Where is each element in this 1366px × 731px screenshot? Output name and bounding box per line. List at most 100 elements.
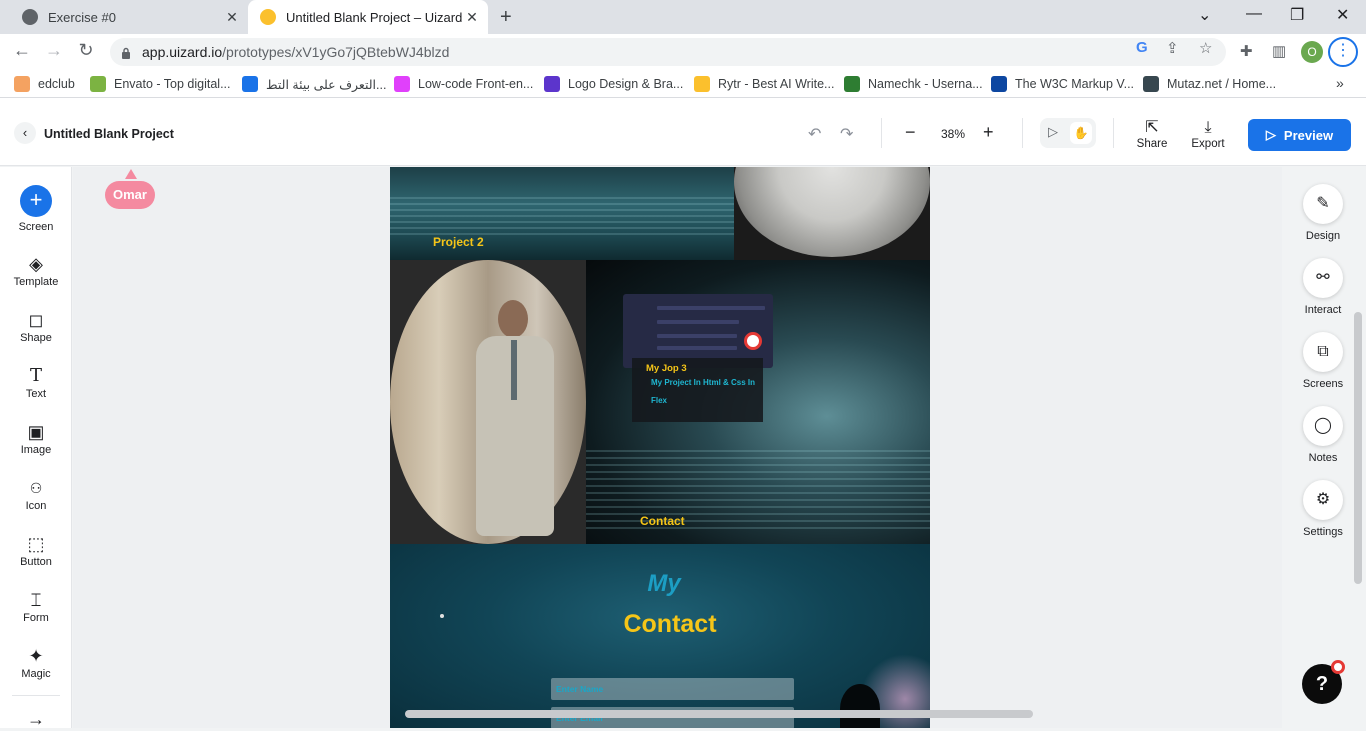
zoom-in-icon[interactable]: +: [983, 122, 994, 143]
export-button[interactable]: ⤓ Export: [1183, 118, 1233, 150]
project-title[interactable]: Untitled Blank Project: [44, 127, 174, 141]
bookmark-namechk[interactable]: Namechk - Userna...: [844, 76, 983, 92]
name-input[interactable]: Enter Name: [551, 678, 794, 700]
bookmark-edclub[interactable]: edclub: [14, 76, 75, 92]
image-icon: ▣: [27, 422, 45, 442]
preview-button[interactable]: ▷ Preview: [1248, 119, 1351, 151]
divider: [881, 118, 882, 148]
contact-heading[interactable]: Contact: [390, 610, 930, 639]
bookmark-rytr[interactable]: Rytr - Best AI Write...: [694, 76, 834, 92]
panel-label: Design: [1305, 230, 1341, 242]
minimize-icon[interactable]: —: [1246, 5, 1262, 23]
forward-arrow-icon[interactable]: →: [42, 40, 66, 61]
bookmark-mutaz[interactable]: Mutaz.net / Home...: [1143, 76, 1276, 92]
project2-image[interactable]: Project 2: [390, 167, 734, 260]
tool-icon[interactable]: ⚇ Icon: [0, 476, 72, 512]
tool-label: Shape: [20, 332, 52, 344]
panel-design[interactable]: ✎ Design: [1294, 184, 1352, 242]
contact-section[interactable]: My Contact Enter Name Enter Email: [390, 544, 930, 728]
bookmark-envato[interactable]: Envato - Top digital...: [90, 76, 231, 92]
restore-icon[interactable]: ❐: [1290, 5, 1304, 25]
portrait-image[interactable]: [390, 260, 586, 544]
undo-icon[interactable]: ↶: [808, 124, 821, 144]
google-icon[interactable]: G: [1136, 39, 1148, 56]
browser-tab-uizard[interactable]: Untitled Blank Project – Uizard ✕: [248, 0, 488, 34]
tool-template[interactable]: ◈ Template: [0, 252, 72, 288]
cursor-click-icon: ⬚: [27, 534, 45, 554]
close-tab-icon[interactable]: ✕: [462, 9, 482, 26]
reload-icon[interactable]: ↻: [74, 40, 98, 61]
extensions-puzzle-icon[interactable]: ✚: [1240, 42, 1253, 60]
browser-tab-strip: Exercise #0 ✕ Untitled Blank Project – U…: [0, 0, 1366, 34]
project2-label[interactable]: Project 2: [433, 235, 484, 249]
form-icon: ⌶: [30, 590, 42, 610]
dashboard-screenshot: [623, 294, 773, 368]
zoom-out-icon[interactable]: −: [905, 122, 916, 143]
portrait-image-top[interactable]: [734, 167, 930, 260]
zoom-level[interactable]: 38%: [941, 127, 965, 141]
tool-image[interactable]: ▣ Image: [0, 420, 72, 456]
play-mode-icon[interactable]: ▷: [1048, 124, 1058, 140]
plus-icon: +: [20, 185, 52, 217]
panel-interact[interactable]: ⚯ Interact: [1294, 258, 1352, 316]
tool-button[interactable]: ⬚ Button: [0, 532, 72, 568]
panel-settings[interactable]: ⚙ Settings: [1294, 480, 1352, 538]
browser-tab-exercise[interactable]: Exercise #0 ✕: [8, 0, 248, 34]
panel-notes[interactable]: ◯ Notes: [1294, 406, 1352, 464]
bookmark-label: The W3C Markup V...: [1015, 77, 1135, 91]
job-title[interactable]: My Jop 3: [646, 363, 763, 374]
chrome-menu-icon[interactable]: ⋮: [1328, 37, 1358, 67]
design-canvas[interactable]: Omar Project 2 My Jop 3 My Project In Ht…: [73, 167, 1362, 728]
redo-icon[interactable]: ↷: [840, 124, 853, 144]
bookmark-favicon: [991, 76, 1007, 92]
bookmark-favicon: [544, 76, 560, 92]
tool-label: Magic: [21, 668, 51, 680]
browser-toolbar: ← → ↻ app.uizard.io/prototypes/xV1yGo7jQ…: [0, 34, 1366, 70]
contact-link-label[interactable]: Contact: [640, 514, 685, 528]
contact-heading-my[interactable]: My: [390, 570, 930, 598]
tab-title: Exercise #0: [48, 9, 116, 25]
close-tab-icon[interactable]: ✕: [222, 9, 242, 26]
new-tab-icon[interactable]: +: [500, 6, 512, 29]
tool-form[interactable]: ⌶ Form: [0, 588, 72, 624]
panel-screens[interactable]: ⧉ Screens: [1294, 332, 1352, 390]
tool-text[interactable]: T Text: [0, 364, 72, 400]
bookmark-logo-design[interactable]: Logo Design & Bra...: [544, 76, 683, 92]
more-bookmarks-icon[interactable]: »: [1336, 75, 1344, 91]
job-card[interactable]: My Jop 3 My Project In Html & Css In Fle…: [632, 358, 763, 422]
bookmark-favicon: [844, 76, 860, 92]
back-arrow-icon[interactable]: ←: [10, 40, 34, 61]
project3-image[interactable]: My Jop 3 My Project In Html & Css In Fle…: [586, 260, 930, 544]
share-page-icon[interactable]: ⇪: [1166, 39, 1179, 57]
bookmark-label: edclub: [38, 77, 75, 91]
share-button[interactable]: ⇱ Share: [1127, 118, 1177, 150]
horizontal-scrollbar[interactable]: [405, 710, 1033, 718]
expand-sidebar-button[interactable]: →: [0, 707, 72, 731]
vertical-scrollbar[interactable]: [1354, 312, 1362, 584]
globe-icon: [22, 9, 38, 25]
screen-artboard[interactable]: Project 2 My Jop 3 My Project In Html & …: [390, 167, 930, 728]
bookmark-star-icon[interactable]: ☆: [1199, 39, 1212, 57]
hand-tool-icon[interactable]: ✋: [1070, 122, 1092, 144]
magic-wand-icon: ✦: [28, 646, 44, 666]
bookmark-w3c[interactable]: The W3C Markup V...: [991, 76, 1134, 92]
address-bar[interactable]: app.uizard.io/prototypes/xV1yGo7jQBtebWJ…: [110, 38, 1226, 66]
close-window-icon[interactable]: ✕: [1336, 5, 1349, 25]
person-tie: [511, 340, 517, 400]
pencil-icon: ✎: [1303, 184, 1343, 224]
profile-avatar[interactable]: O: [1301, 41, 1323, 63]
panel-label: Settings: [1303, 526, 1343, 538]
job-description[interactable]: My Project In Html & Css In Flex: [646, 374, 756, 410]
bookmark-arabic[interactable]: التعرف على بيئة التط...: [242, 76, 386, 92]
divider: [12, 695, 60, 696]
bookmark-favicon: [1143, 76, 1159, 92]
tool-screen[interactable]: + Screen: [0, 185, 72, 233]
tool-magic[interactable]: ✦ Magic: [0, 644, 72, 680]
back-chevron-icon[interactable]: ‹: [14, 122, 36, 144]
bookmark-lowcode[interactable]: Low-code Front-en...: [394, 76, 533, 92]
tool-label: Icon: [25, 500, 47, 512]
tool-shape[interactable]: ◻ Shape: [0, 308, 72, 344]
tab-search-chevron-icon[interactable]: ⌄: [1198, 5, 1211, 25]
bookmark-favicon: [394, 76, 410, 92]
side-panel-icon[interactable]: ▥: [1272, 42, 1286, 60]
